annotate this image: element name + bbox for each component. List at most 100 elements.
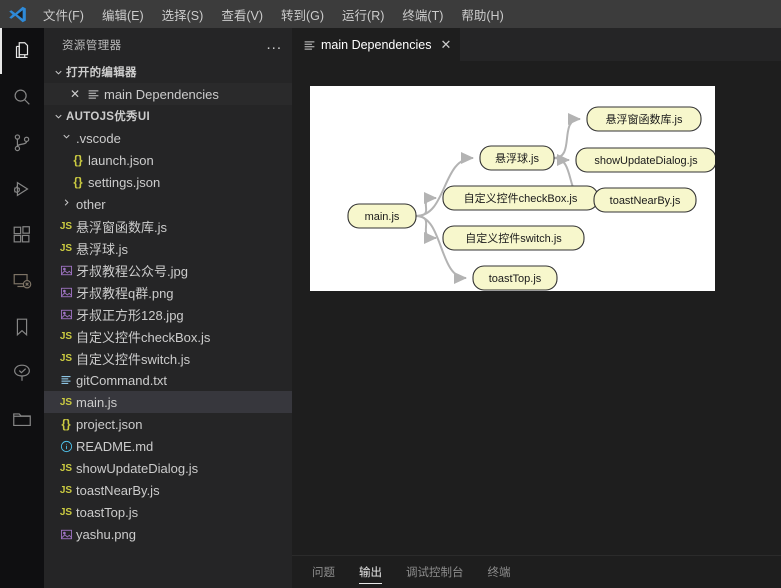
menu-edit[interactable]: 编辑(E) xyxy=(93,0,153,28)
close-icon[interactable]: ✕ xyxy=(441,37,452,53)
file-tree-item-label: .vscode xyxy=(76,130,121,146)
menu-run[interactable]: 运行(R) xyxy=(333,0,393,28)
file-tree-item[interactable]: other xyxy=(44,193,292,215)
menu-help[interactable]: 帮助(H) xyxy=(452,0,512,28)
image-icon xyxy=(56,308,76,321)
file-tree-item-label: 牙叔教程q群.png xyxy=(76,285,174,301)
editor-area: main Dependencies ✕ main.js 悬浮球.js 自定义控件ch… xyxy=(292,28,781,588)
graph-edge xyxy=(553,113,581,159)
info-icon xyxy=(56,440,76,453)
graph-node-label: 自定义控件switch.js xyxy=(465,231,562,245)
file-tree-item[interactable]: JS toastTop.js xyxy=(44,501,292,523)
sidebar-more-actions-button[interactable]: ... xyxy=(266,37,282,52)
panel-tab-debug-console[interactable]: 调试控制台 xyxy=(406,556,464,588)
panel-tab-list: 问题 输出 调试控制台 终端 xyxy=(312,556,535,588)
panel-tab-output[interactable]: 输出 xyxy=(359,556,382,588)
sidebar-title: 资源管理器 xyxy=(62,39,122,52)
file-tree-item[interactable]: .vscode xyxy=(44,127,292,149)
dependency-graph[interactable]: main.js 悬浮球.js 自定义控件checkBox.js 自定义控件switch… xyxy=(310,86,715,291)
sidebar-header: 资源管理器 ... xyxy=(44,28,292,61)
file-tree-item-label: README.md xyxy=(76,438,154,454)
file-tree-item[interactable]: JS main.js xyxy=(44,391,292,413)
open-editor-item-main-dependencies[interactable]: ✕ main Dependencies xyxy=(44,83,292,105)
text-icon xyxy=(56,374,76,386)
graph-node[interactable]: 自定义控件checkBox.js xyxy=(442,185,599,211)
graph-node[interactable]: toastTop.js xyxy=(472,265,558,291)
activitybar-explorer[interactable] xyxy=(0,28,44,74)
activitybar-search[interactable] xyxy=(0,74,44,120)
image-icon xyxy=(56,264,76,277)
tab-main-dependencies[interactable]: main Dependencies ✕ xyxy=(292,28,461,61)
activitybar-bookmarks[interactable] xyxy=(0,304,44,350)
chevron-right-icon xyxy=(56,197,76,211)
file-tree-item[interactable]: 牙叔正方形128.jpg xyxy=(44,303,292,325)
js-icon: JS xyxy=(59,242,73,254)
menu-file[interactable]: 文件(F) xyxy=(34,0,93,28)
activitybar-folder[interactable] xyxy=(0,396,44,442)
file-tree-item[interactable]: 牙叔教程q群.png xyxy=(44,281,292,303)
file-tree-item[interactable]: JS 悬浮球.js xyxy=(44,237,292,259)
file-tree-item[interactable]: JS 自定义控件switch.js xyxy=(44,347,292,369)
graph-node[interactable]: showUpdateDialog.js xyxy=(575,147,715,173)
graph-node-label: toastTop.js xyxy=(489,273,542,285)
bottom-panel: 问题 输出 调试控制台 终端 xyxy=(292,555,781,588)
menu-terminal[interactable]: 终端(T) xyxy=(393,0,452,28)
editor-content: main.js 悬浮球.js 自定义控件checkBox.js 自定义控件switch… xyxy=(292,61,781,555)
activitybar-testing[interactable] xyxy=(0,350,44,396)
activitybar-source-control[interactable] xyxy=(0,120,44,166)
file-tree-item[interactable]: JS showUpdateDialog.js xyxy=(44,457,292,479)
file-tree-item-label: project.json xyxy=(76,416,143,432)
file-tree-item-label: showUpdateDialog.js xyxy=(76,460,199,476)
search-icon xyxy=(11,86,33,108)
file-tree-item-label: 悬浮球.js xyxy=(76,241,129,257)
json-icon: {} xyxy=(73,175,83,189)
section-open-editors[interactable]: 打开的编辑器 xyxy=(44,61,292,83)
file-tree-item[interactable]: JS 悬浮窗函数库.js xyxy=(44,215,292,237)
js-icon: JS xyxy=(59,352,73,364)
menu-selection[interactable]: 选择(S) xyxy=(153,0,213,28)
file-tree-item[interactable]: README.md xyxy=(44,435,292,457)
close-icon[interactable]: ✕ xyxy=(66,87,84,101)
remote-explorer-icon xyxy=(11,270,33,292)
file-tree-item[interactable]: {} settings.json xyxy=(44,171,292,193)
graph-node[interactable]: toastNearBy.js xyxy=(593,187,697,213)
panel-tab-terminal[interactable]: 终端 xyxy=(488,556,511,588)
run-and-debug-icon xyxy=(11,178,33,200)
file-tree-item[interactable]: yashu.png xyxy=(44,523,292,545)
graph-node-label: toastNearBy.js xyxy=(610,195,681,207)
workspace-root-label: AUTOJS优秀UI xyxy=(66,111,150,123)
menu-go[interactable]: 转到(G) xyxy=(272,0,333,28)
file-tree-item[interactable]: 牙叔教程公众号.jpg xyxy=(44,259,292,281)
graph-node[interactable]: 悬浮窗函数库.js xyxy=(586,106,702,132)
graph-node-label: 悬浮球.js xyxy=(495,151,539,165)
graph-node[interactable]: 悬浮球.js xyxy=(479,145,555,171)
file-tree-item[interactable]: gitCommand.txt xyxy=(44,369,292,391)
vscode-window: 文件(F) 编辑(E) 选择(S) 查看(V) 转到(G) 运行(R) 终端(T) 帮助(H) xyxy=(0,0,781,588)
panel-tab-problems[interactable]: 问题 xyxy=(312,556,335,588)
file-tree-item[interactable]: JS toastNearBy.js xyxy=(44,479,292,501)
file-tree-item[interactable]: {} launch.json xyxy=(44,149,292,171)
file-tree-item-label: gitCommand.txt xyxy=(76,372,168,388)
file-tree-item-label: other xyxy=(76,196,106,212)
graph-node[interactable]: 自定义控件switch.js xyxy=(442,225,585,251)
image-icon xyxy=(56,286,76,299)
js-icon: JS xyxy=(59,220,73,232)
activitybar-remote-explorer[interactable] xyxy=(0,258,44,304)
menu-view[interactable]: 查看(V) xyxy=(212,0,272,28)
activity-bar xyxy=(0,28,44,588)
chevron-down-icon xyxy=(56,131,76,145)
activitybar-run-debug[interactable] xyxy=(0,166,44,212)
file-tree-item[interactable]: {} project.json xyxy=(44,413,292,435)
section-open-editors-label: 打开的编辑器 xyxy=(66,67,137,79)
section-workspace-root[interactable]: AUTOJS优秀UI xyxy=(44,105,292,127)
vscode-logo-icon xyxy=(0,0,34,28)
open-editor-label: main Dependencies xyxy=(104,86,219,102)
activitybar-extensions[interactable] xyxy=(0,212,44,258)
graph-node[interactable]: main.js xyxy=(347,203,417,229)
graph-node-label: 悬浮窗函数库.js xyxy=(606,112,683,126)
menu-bar: 文件(F) 编辑(E) 选择(S) 查看(V) 转到(G) 运行(R) 终端(T) 帮助(H) xyxy=(34,0,513,28)
js-icon: JS xyxy=(59,462,73,474)
file-tree-item[interactable]: JS 自定义控件checkBox.js xyxy=(44,325,292,347)
editor-tab-bar: main Dependencies ✕ xyxy=(292,28,781,61)
js-icon: JS xyxy=(59,396,73,408)
